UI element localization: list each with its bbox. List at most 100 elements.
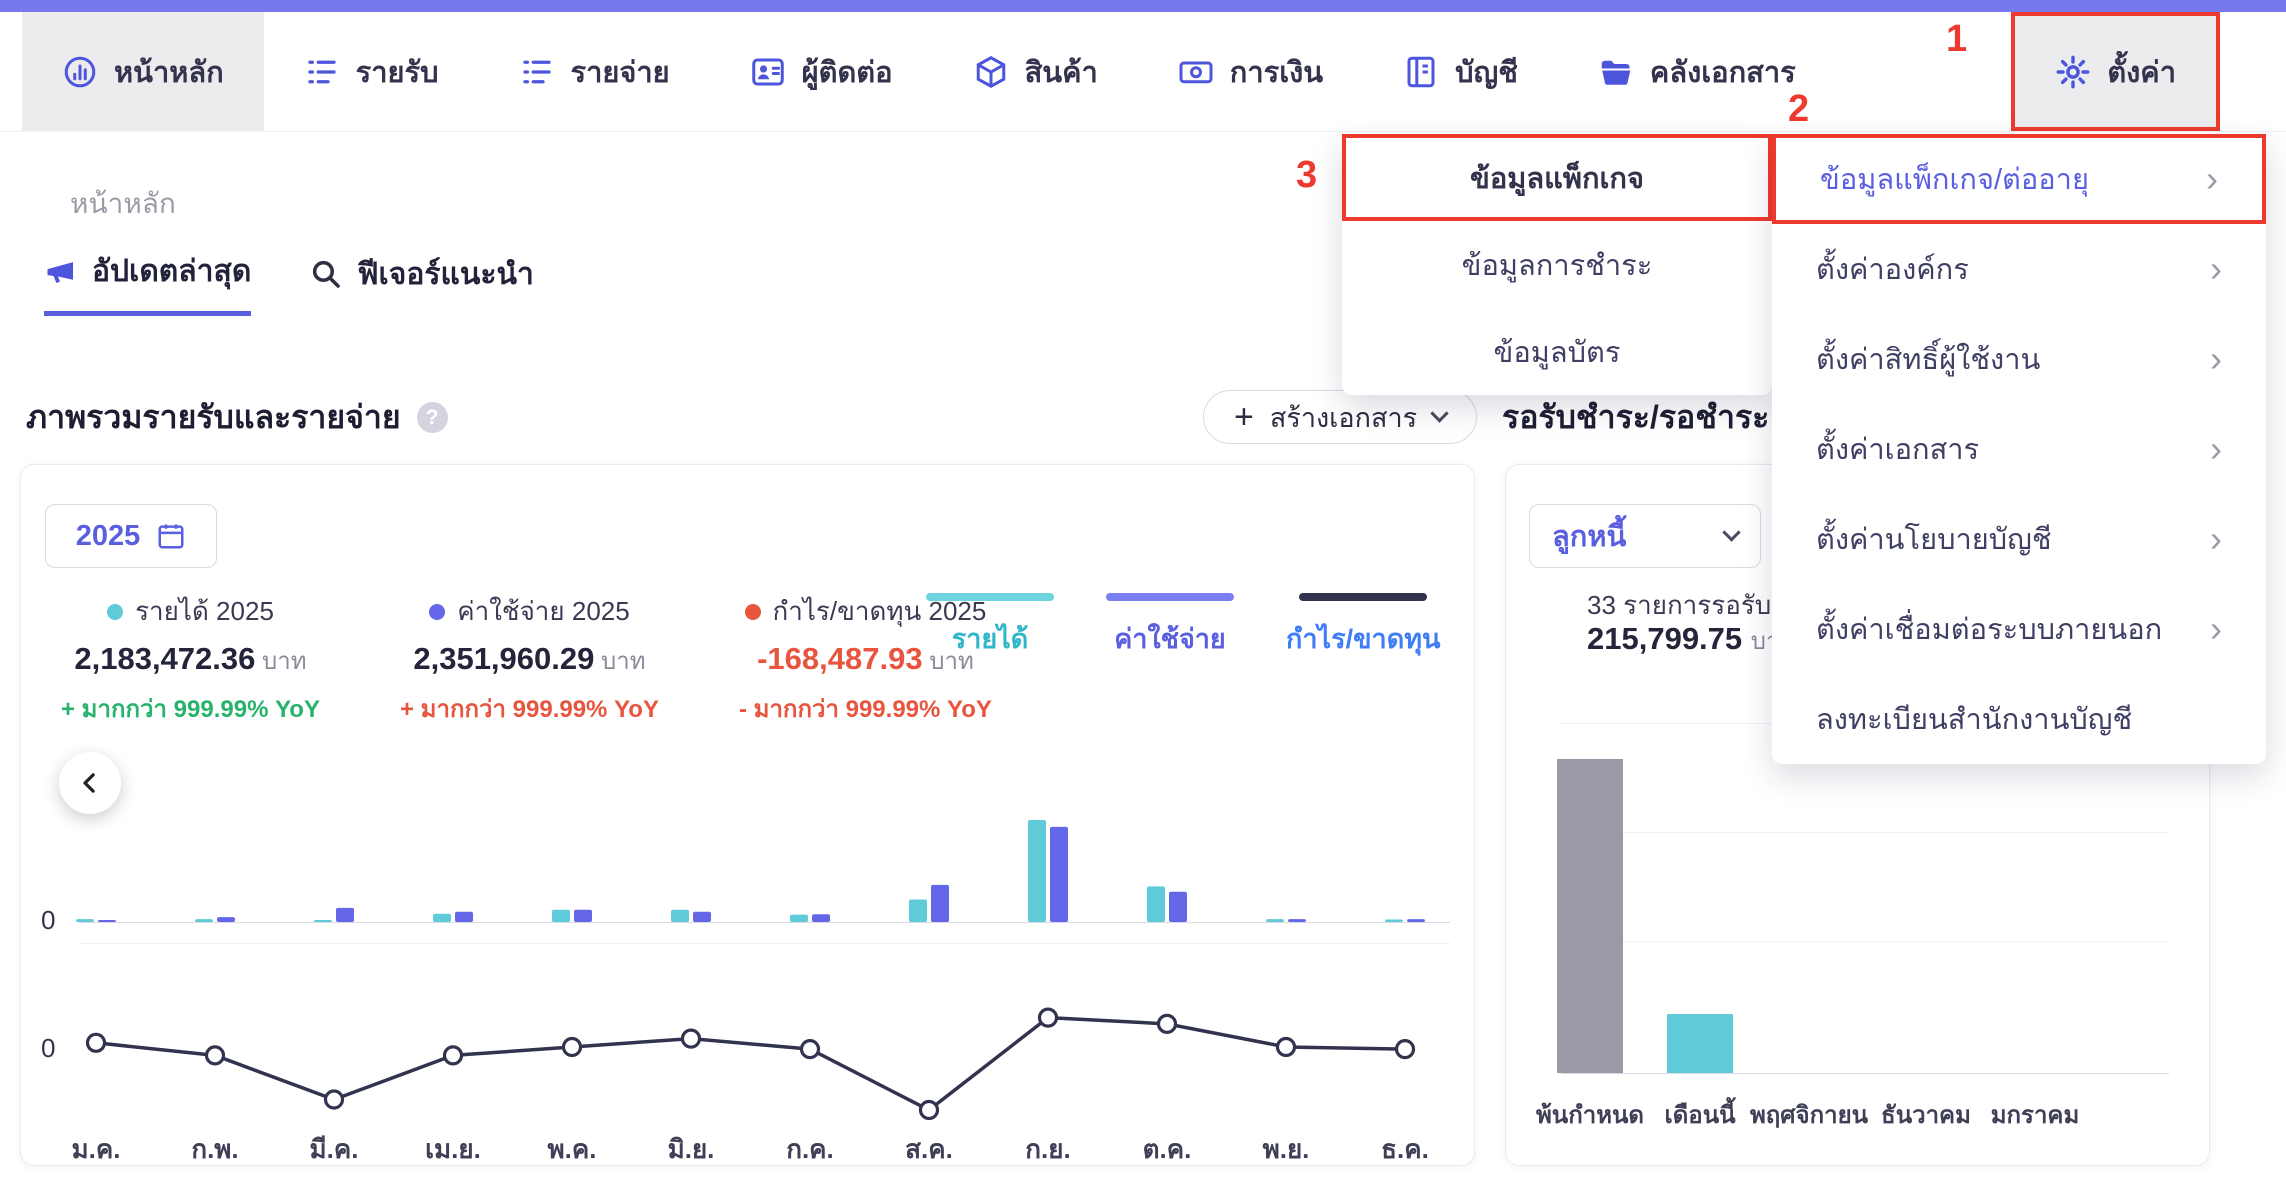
overview-card: 2025 รายได้ 2025 2,183,472.36 บาท + มากกว่…: [20, 464, 1475, 1166]
revenue-expense-bar-chart: [76, 820, 1425, 922]
chevron-left-icon: [75, 768, 105, 798]
overview-header: ภาพรวมรายรับและรายจ่าย ?: [26, 392, 448, 443]
nav-item-label: ตั้งค่า: [2107, 56, 2176, 89]
stat-label: ค่าใช้จ่าย 2025: [429, 591, 630, 632]
stat-value-unit: บาท: [594, 648, 646, 675]
settings-menu-item-3[interactable]: ตั้งค่าเอกสาร ›: [1772, 404, 2266, 494]
nav-item-label: สินค้า: [1024, 56, 1098, 89]
documents-icon: [1598, 54, 1634, 90]
tab-label: ฟีเจอร์แนะนำ: [357, 257, 534, 291]
revenue-bar-ก.ค.: [790, 914, 808, 922]
expense-icon: [519, 54, 555, 90]
line-point-ส.ค.: [918, 1099, 940, 1121]
x-axis-label-ส.ค.: ส.ค.: [905, 1134, 953, 1164]
annotation-step-1: 1: [1946, 18, 1968, 60]
revenue-bar-ม.ค.: [76, 919, 94, 922]
revenue-bar-ธ.ค.: [1385, 919, 1403, 922]
expense-bar-ต.ค.: [1169, 891, 1187, 922]
x-axis-label-พ.ย.: พ.ย.: [1262, 1134, 1310, 1164]
stat-value-number: -168,487.93: [757, 641, 923, 676]
nav-item-products[interactable]: สินค้า: [933, 12, 1138, 131]
nav-item-finance[interactable]: การเงิน: [1138, 12, 1363, 131]
stat-0: รายได้ 2025 2,183,472.36 บาท + มากกว่า 999…: [61, 591, 320, 728]
nav-item-settings[interactable]: ตั้งค่า: [2011, 12, 2220, 131]
line-point-พ.ค.: [561, 1036, 583, 1058]
line-point-พ.ย.: [1275, 1036, 1297, 1058]
stat-yoy: - มากกว่า 999.99% YoY: [738, 696, 992, 723]
expense-bar-มิ.ย.: [693, 911, 711, 922]
expense-bar-ม.ค.: [98, 920, 116, 922]
expense-bar-เม.ย.: [455, 911, 473, 922]
settings-menu-item-1[interactable]: ตั้งค่าองค์กร ›: [1772, 224, 2266, 314]
tab-label: อัปเดตล่าสุด: [92, 255, 252, 288]
stat-value-unit: บาท: [255, 648, 307, 675]
x-axis-label-ก.พ.: ก.พ.: [191, 1134, 239, 1164]
help-icon[interactable]: ?: [416, 402, 448, 433]
overview-title: ภาพรวมรายรับและรายจ่าย: [26, 399, 401, 435]
package-submenu-item-0[interactable]: ข้อมูลแพ็กเกจ: [1342, 134, 1772, 221]
nav-item-label: บัญชี: [1455, 56, 1518, 89]
menu-item-label: ข้อมูลแพ็กเกจ/ต่ออายุ: [1820, 164, 2089, 196]
package-submenu-item-2[interactable]: ข้อมูลบัตร: [1342, 308, 1772, 395]
settings-menu-item-0[interactable]: ข้อมูลแพ็กเกจ/ต่ออายุ ›: [1772, 134, 2266, 224]
settings-menu-item-5[interactable]: ตั้งค่าเชื่อมต่อระบบภายนอก ›: [1772, 584, 2266, 674]
tab-1[interactable]: ฟีเจอร์แนะนำ: [309, 248, 534, 316]
stat-label: รายได้ 2025: [107, 591, 274, 632]
year-selector[interactable]: 2025: [45, 504, 217, 568]
settings-menu-item-6[interactable]: ลงทะเบียนสำนักงานบัญชี: [1772, 674, 2266, 764]
legend-dot: [107, 603, 124, 620]
legend-dot: [429, 603, 446, 620]
legend-line-swatch: [1106, 593, 1234, 601]
accounting-icon: [1403, 54, 1439, 90]
contacts-icon: [750, 54, 786, 90]
legend-item-0[interactable]: รายได้: [926, 593, 1054, 660]
menu-item-label: ตั้งค่าสิทธิ์ผู้ใช้งาน: [1816, 344, 2041, 376]
chevron-right-icon: ›: [2206, 158, 2218, 199]
revenue-bar-พ.ย.: [1266, 919, 1284, 922]
main-nav: หน้าหลัก รายรับ รายจ่าย ผู้ติดต่อ สินค้า การเ…: [0, 12, 2286, 132]
chevron-down-icon: [1722, 522, 1741, 542]
line-point-ก.ย.: [1037, 1007, 1059, 1028]
revenue-bar-ส.ค.: [909, 899, 927, 922]
legend-item-1[interactable]: ค่าใช้จ่าย: [1106, 593, 1234, 660]
x-axis-label-ม.ค.: ม.ค.: [71, 1134, 121, 1164]
stat-value-number: 2,351,960.29: [413, 641, 595, 676]
expense-bar-ส.ค.: [931, 884, 949, 922]
legend-item-2[interactable]: กำไร/ขาดทุน: [1286, 593, 1441, 660]
menu-item-label: ตั้งค่าเอกสาร: [1816, 434, 1980, 466]
settings-menu-item-4[interactable]: ตั้งค่านโยบายบัญชี ›: [1772, 494, 2266, 584]
plus-icon: +: [1234, 398, 1254, 436]
nav-item-accounting[interactable]: บัญชี: [1363, 12, 1558, 131]
revenue-bar-มี.ค.: [314, 920, 332, 922]
chart-prev-button[interactable]: [59, 752, 121, 814]
stat-value: 2,183,472.36 บาท: [74, 641, 306, 680]
settings-icon: [2055, 54, 2091, 90]
x-axis-label-มิ.ย.: มิ.ย.: [667, 1134, 715, 1164]
nav-item-home[interactable]: หน้าหลัก: [22, 12, 264, 131]
chevron-down-icon: [1430, 403, 1449, 423]
pending-axis-label-มกราคม: มกราคม: [1990, 1102, 2080, 1129]
gridline: [1561, 941, 2169, 942]
nav-item-contacts[interactable]: ผู้ติดต่อ: [710, 12, 933, 131]
line-point-ก.ค.: [799, 1038, 821, 1060]
nav-item-income[interactable]: รายรับ: [264, 12, 479, 131]
create-document-label: สร้างเอกสาร: [1269, 402, 1418, 433]
pending-amount: 215,799.75 บาท: [1587, 621, 1795, 656]
tab-0[interactable]: อัปเดตล่าสุด: [44, 248, 252, 316]
profit-line-chart: [85, 1007, 1416, 1121]
settings-menu-item-2[interactable]: ตั้งค่าสิทธิ์ผู้ใช้งาน ›: [1772, 314, 2266, 404]
nav-item-expense[interactable]: รายจ่าย: [479, 12, 710, 131]
nav-item-label: ผู้ติดต่อ: [801, 56, 893, 89]
x-axis-label-ธ.ค.: ธ.ค.: [1381, 1134, 1429, 1164]
debtor-selector[interactable]: ลูกหนี้: [1529, 504, 1761, 568]
stat-value: 2,351,960.29 บาท: [413, 641, 645, 680]
create-document-button[interactable]: + สร้างเอกสาร: [1203, 390, 1478, 444]
chart-legend: รายได้ ค่าใช้จ่าย กำไร/ขาดทุน: [926, 593, 1441, 660]
search-icon: [309, 257, 343, 291]
package-submenu-item-1[interactable]: ข้อมูลการชำระ: [1342, 221, 1772, 308]
expense-bar-มี.ค.: [336, 907, 354, 922]
revenue-bar-ก.พ.: [195, 919, 213, 922]
expense-bar-พ.ย.: [1288, 919, 1306, 922]
line-point-มี.ค.: [323, 1089, 345, 1110]
stat-yoy: + มากกว่า 999.99% YoY: [399, 696, 659, 723]
